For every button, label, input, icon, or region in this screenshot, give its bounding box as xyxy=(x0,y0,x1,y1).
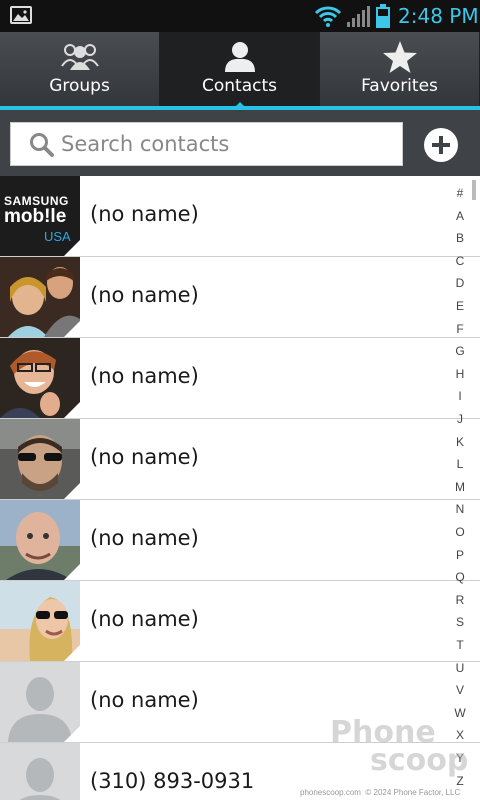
contact-photo xyxy=(0,581,80,661)
battery-icon xyxy=(376,4,390,28)
index-letter[interactable]: S xyxy=(450,615,470,629)
contact-row[interactable]: (no name) xyxy=(0,500,480,581)
tab-groups-label: Groups xyxy=(49,76,110,96)
tab-bar: Groups Contacts Favorites xyxy=(0,32,480,110)
index-letter[interactable]: I xyxy=(450,389,470,403)
add-contact-button[interactable] xyxy=(424,128,458,162)
star-icon xyxy=(382,41,417,73)
index-letter[interactable]: F xyxy=(450,322,470,336)
contact-name: (no name) xyxy=(90,202,199,226)
index-letter[interactable]: U xyxy=(450,661,470,675)
contact-name: (no name) xyxy=(90,607,199,631)
index-letter[interactable]: K xyxy=(450,435,470,449)
signal-strength-icon xyxy=(347,6,370,27)
status-bar: 2:48 PM xyxy=(0,0,480,32)
contact-row[interactable]: (no name) xyxy=(0,419,480,500)
index-letter[interactable]: B xyxy=(450,231,470,245)
site-footer: phonescoop.com © 2024 Phone Factor, LLC xyxy=(300,788,461,797)
tab-favorites-label: Favorites xyxy=(361,76,438,96)
index-letter[interactable]: # xyxy=(450,186,470,200)
wifi-icon xyxy=(314,6,342,27)
search-contacts-field[interactable] xyxy=(10,122,403,166)
contact-name: (310) 893-0931 xyxy=(90,769,255,793)
search-input[interactable] xyxy=(61,127,391,161)
index-letter[interactable]: V xyxy=(450,683,470,697)
index-letter[interactable]: H xyxy=(450,367,470,381)
contact-photo xyxy=(0,419,80,499)
default-avatar-icon xyxy=(0,743,80,800)
tab-contacts[interactable]: Contacts xyxy=(160,32,320,110)
samsung-mobile-usa-logo: SAMSUNG mob!le USA xyxy=(0,176,80,256)
active-tab-indicator xyxy=(232,102,248,110)
index-letter[interactable]: R xyxy=(450,593,470,607)
index-letter[interactable]: E xyxy=(450,299,470,313)
index-letter[interactable]: C xyxy=(450,254,470,268)
index-letter[interactable]: D xyxy=(450,276,470,290)
index-letter[interactable]: G xyxy=(450,344,470,358)
status-time: 2:48 PM xyxy=(398,4,479,28)
tab-favorites[interactable]: Favorites xyxy=(320,32,480,106)
contact-photo xyxy=(0,500,80,580)
contact-row[interactable]: SAMSUNG mob!le USA (no name) xyxy=(0,176,480,257)
index-letter[interactable]: Q xyxy=(450,570,470,584)
groups-icon xyxy=(60,44,99,70)
gallery-notification-icon xyxy=(10,6,32,24)
index-letter[interactable]: L xyxy=(450,457,470,471)
tab-contacts-label: Contacts xyxy=(202,76,277,96)
phonescoop-watermark: Phone scoop xyxy=(330,715,469,778)
contact-row[interactable]: (no name) xyxy=(0,581,480,662)
alphabet-index[interactable]: # A B C D E F G H I J K L M N O P Q R S T U V W X Y Z xyxy=(450,186,470,800)
index-letter[interactable]: T xyxy=(450,638,470,652)
index-letter[interactable]: O xyxy=(450,525,470,539)
index-letter[interactable]: A xyxy=(450,209,470,223)
scrollbar[interactable] xyxy=(472,180,476,200)
contact-row[interactable]: (no name) xyxy=(0,338,480,419)
contact-photo xyxy=(0,257,80,337)
index-letter[interactable]: P xyxy=(450,548,470,562)
search-icon xyxy=(30,133,54,157)
default-avatar-icon xyxy=(0,662,80,742)
index-letter[interactable]: M xyxy=(450,480,470,494)
contact-name: (no name) xyxy=(90,445,199,469)
contact-list: SAMSUNG mob!le USA (no name) (no name) (… xyxy=(0,176,480,800)
index-letter[interactable]: N xyxy=(450,502,470,516)
tab-groups[interactable]: Groups xyxy=(0,32,160,106)
contact-photo xyxy=(0,338,80,418)
contact-name: (no name) xyxy=(90,283,199,307)
contact-row[interactable]: (no name) xyxy=(0,257,480,338)
contact-name: (no name) xyxy=(90,364,199,388)
search-bar xyxy=(0,110,480,176)
contact-icon xyxy=(224,42,255,72)
contact-name: (no name) xyxy=(90,688,199,712)
contact-name: (no name) xyxy=(90,526,199,550)
index-letter[interactable]: J xyxy=(450,412,470,426)
